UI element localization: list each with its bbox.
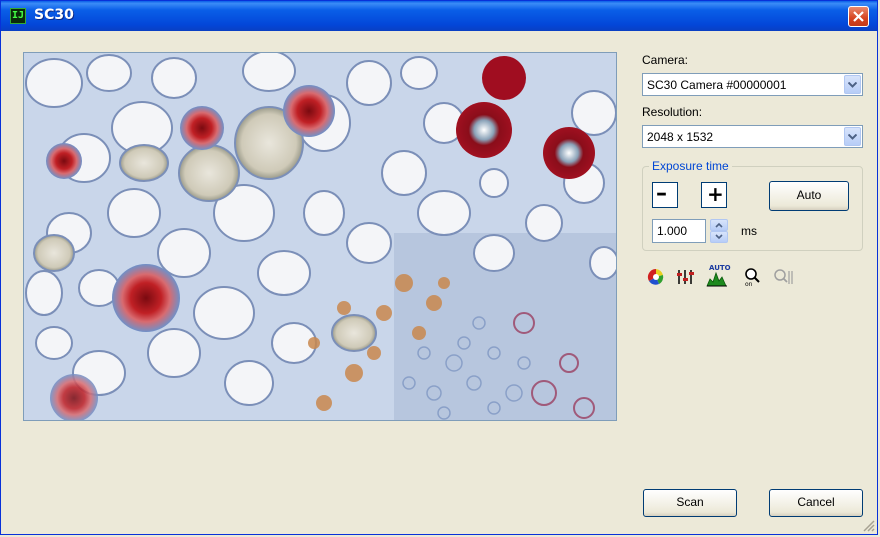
levels-adjust-button[interactable]	[675, 267, 695, 287]
size-grip-icon[interactable]	[863, 520, 875, 532]
resolution-label: Resolution:	[642, 105, 703, 119]
zoom-settings-button	[773, 267, 793, 287]
color-wheel-icon	[647, 268, 664, 285]
chevron-up-icon	[715, 222, 723, 228]
exposure-increase-button[interactable]: +	[701, 182, 727, 208]
resolution-dropdown-button[interactable]	[844, 127, 861, 146]
auto-histogram-button[interactable]: AUTO	[706, 264, 731, 287]
minus-label: –	[656, 181, 667, 206]
scan-button[interactable]: Scan	[643, 489, 737, 517]
color-balance-button[interactable]	[646, 267, 666, 287]
exposure-decrease-button[interactable]: –	[652, 181, 678, 208]
resolution-select-value: 2048 x 1532	[647, 130, 714, 144]
camera-label: Camera:	[642, 53, 689, 67]
close-icon	[853, 11, 864, 22]
exposure-spinner[interactable]	[710, 219, 728, 243]
dropdown-arrow-icon	[848, 82, 857, 88]
auto-exposure-button[interactable]: Auto	[769, 181, 849, 211]
resolution-select[interactable]: 2048 x 1532	[642, 125, 863, 148]
camera-dropdown-button[interactable]	[844, 75, 861, 94]
dialog-window: IJ SC30 Camera: SC30 Camera #00000001 Re…	[0, 0, 878, 535]
auto-icon-text: AUTO	[709, 264, 731, 272]
exposure-value-input[interactable]: 1.000	[652, 219, 706, 243]
zoom-on-button[interactable]: on	[743, 267, 763, 288]
levels-adjust-icon	[677, 270, 694, 284]
plus-label: +	[707, 182, 724, 206]
exposure-group-title: Exposure time	[649, 159, 732, 173]
camera-preview-image	[23, 52, 617, 421]
title-bar[interactable]: IJ SC30	[1, 1, 877, 31]
chevron-down-icon	[715, 234, 723, 240]
spin-up-button[interactable]	[710, 219, 728, 231]
dropdown-arrow-icon	[848, 134, 857, 140]
spin-down-button[interactable]	[710, 231, 728, 243]
exposure-unit: ms	[741, 224, 757, 238]
camera-select-value: SC30 Camera #00000001	[647, 78, 787, 92]
exposure-value: 1.000	[657, 224, 688, 238]
svg-text:on: on	[745, 281, 753, 287]
app-icon: IJ	[10, 8, 26, 24]
window-title: SC30	[34, 7, 74, 23]
camera-select[interactable]: SC30 Camera #00000001	[642, 73, 863, 96]
cancel-button[interactable]: Cancel	[769, 489, 863, 517]
magnifier-disabled-icon	[774, 269, 793, 284]
magnifier-on-icon: on	[745, 268, 760, 288]
close-button[interactable]	[848, 6, 869, 27]
